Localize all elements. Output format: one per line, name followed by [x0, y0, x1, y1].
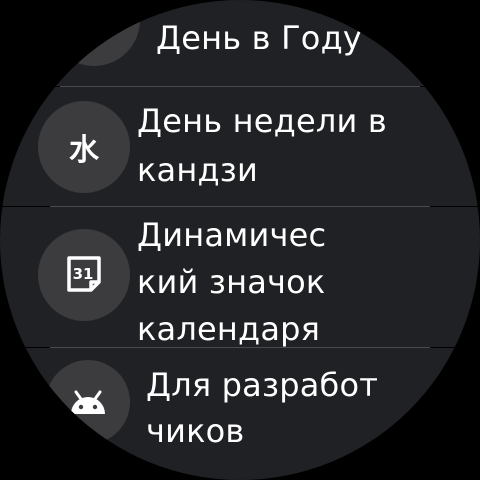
calendar-31-icon: 31	[38, 229, 130, 321]
list-item-for-developers[interactable]: Для разработ чиков	[0, 348, 480, 480]
kanji-icon: 水	[38, 101, 130, 193]
list-item-label: Динамичес кий значок календаря	[137, 216, 327, 348]
settings-list[interactable]: День в Году 水 День недели в кандзи 31 Ди…	[0, 0, 480, 480]
list-item-day-of-year[interactable]: День в Году	[0, 0, 480, 86]
svg-text:31: 31	[73, 265, 94, 283]
list-item-weekday-kanji[interactable]: 水 День недели в кандзи	[0, 87, 480, 206]
list-item-label: День недели в кандзи	[137, 102, 387, 189]
list-item-dynamic-calendar-icon[interactable]: 31 Динамичес кий значок календаря	[0, 207, 480, 348]
android-icon	[46, 360, 130, 444]
watch-face: День в Году 水 День недели в кандзи 31 Ди…	[0, 0, 480, 480]
kanji-glyph: 水	[69, 133, 99, 168]
calendar-day-icon	[48, 0, 140, 66]
list-item-label: День в Году	[156, 19, 363, 57]
list-item-label: Для разработ чиков	[146, 366, 379, 450]
